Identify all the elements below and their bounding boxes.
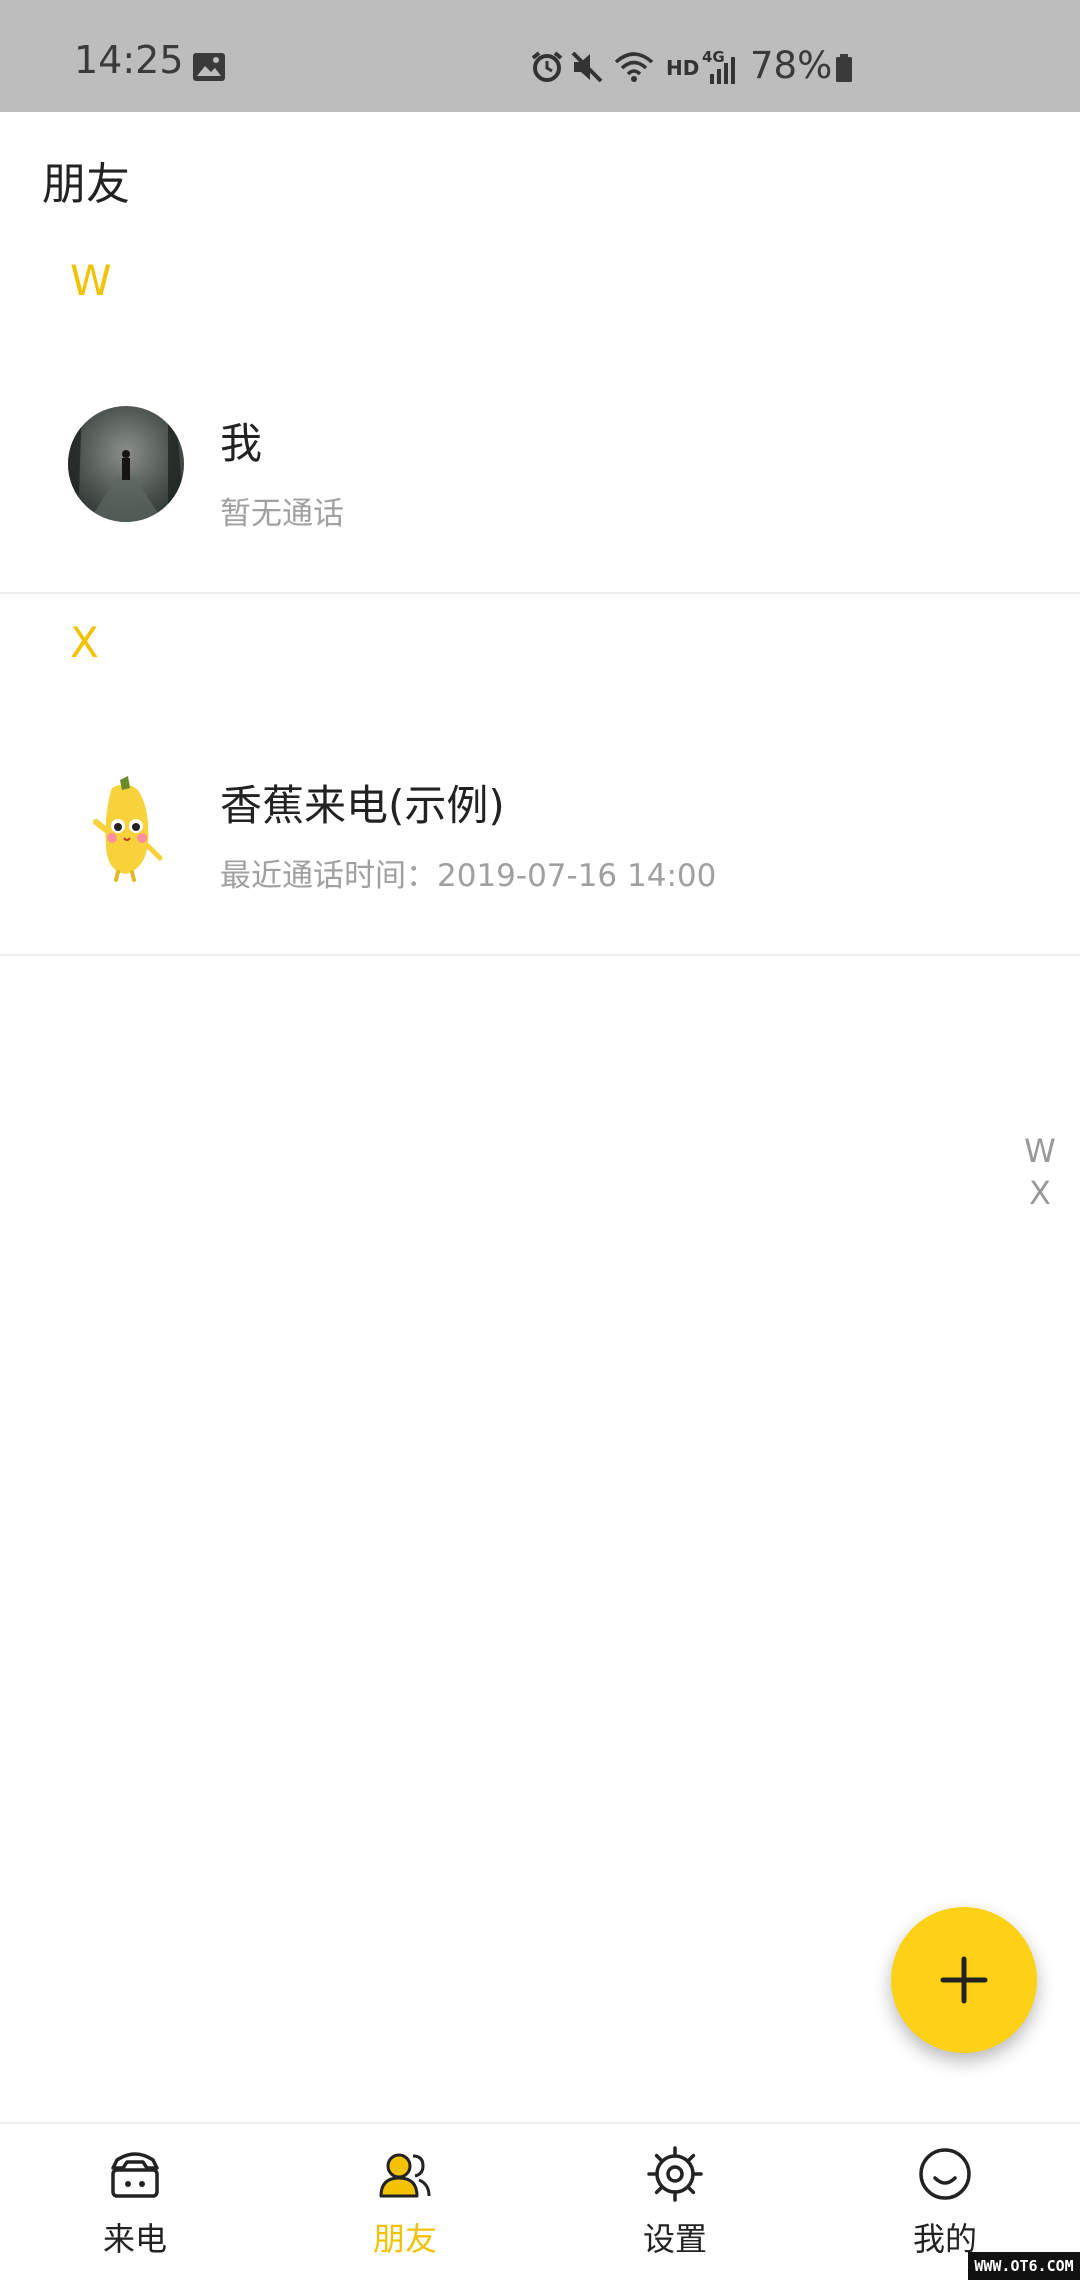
wifi-icon (614, 52, 654, 82)
smile-icon (919, 2148, 971, 2200)
nav-item-friends[interactable]: 朋友 (270, 2146, 540, 2276)
contact-name: 我 (220, 419, 263, 468)
page-title: 朋友 (42, 159, 130, 210)
nav-label: 来电 (102, 2220, 167, 2258)
nav-item-calls[interactable]: 来电 (0, 2146, 270, 2276)
nav-item-settings[interactable]: 设置 (540, 2146, 810, 2276)
contact-name: 香蕉来电(示例) (220, 781, 505, 830)
add-friend-button[interactable] (891, 1907, 1037, 2053)
plus-icon (940, 1956, 988, 2004)
gallery-icon (193, 53, 225, 81)
section-header-x: X (70, 618, 99, 667)
alarm-icon (531, 51, 563, 82)
section-header-w: W (70, 256, 112, 305)
divider (0, 954, 1080, 956)
mute-icon (571, 51, 603, 83)
friends-icon (379, 2153, 431, 2198)
hd-label: HD (666, 56, 700, 80)
watermark: WWW.OT6.COM (968, 2252, 1080, 2280)
divider (0, 592, 1080, 594)
settings-icon (647, 2146, 703, 2202)
phone-icon (111, 2152, 159, 2198)
banana-mascot (68, 768, 184, 884)
status-time: 14:25 (74, 38, 184, 82)
battery-icon (836, 54, 852, 82)
index-letter-w[interactable]: W (1024, 1130, 1056, 1172)
contact-row-banana[interactable]: 香蕉来电(示例) 最近通话时间：2019-07-16 14:00 (0, 738, 1080, 918)
bottom-nav: 来电 朋友 设置 我的 (0, 2122, 1080, 2282)
signal-icon (710, 57, 735, 84)
nav-label: 朋友 (372, 2220, 437, 2258)
alphabet-index[interactable]: W X (1022, 1130, 1058, 1214)
avatar (68, 768, 184, 884)
nav-label: 设置 (642, 2220, 707, 2258)
contact-subtitle: 暂无通话 (220, 496, 344, 532)
battery-percent: 78% (750, 44, 833, 87)
index-letter-x[interactable]: X (1029, 1172, 1051, 1214)
contact-row-me[interactable]: 我 暂无通话 (0, 376, 1080, 556)
contact-subtitle: 最近通话时间：2019-07-16 14:00 (220, 858, 717, 894)
status-bar: 14:25 HD 4G 78% (0, 0, 1080, 112)
dark-forest-photo (68, 406, 184, 522)
avatar (68, 406, 184, 522)
